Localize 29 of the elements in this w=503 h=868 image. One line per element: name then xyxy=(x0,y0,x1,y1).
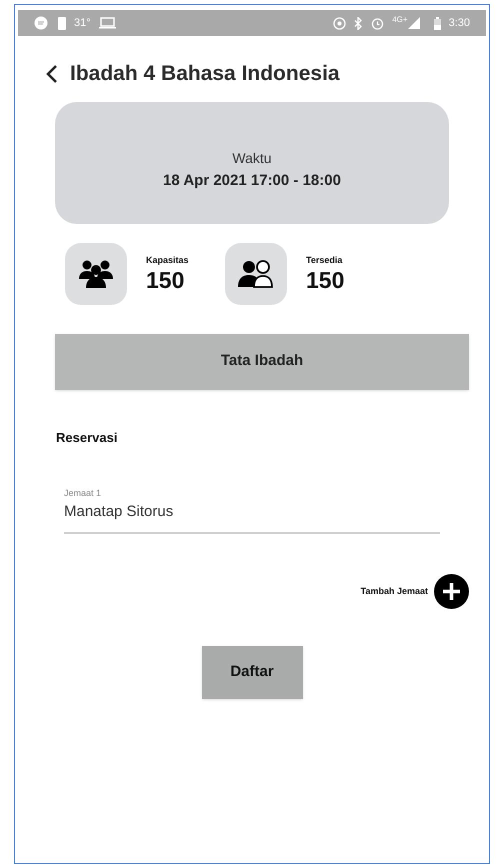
stat-label: Kapasitas xyxy=(146,254,190,267)
people-pair-icon xyxy=(238,258,274,288)
add-member-label: Tambah Jemaat xyxy=(360,584,428,598)
field-label: Jemaat 1 xyxy=(64,487,102,500)
temperature-text: 31° xyxy=(74,16,91,31)
stat-value: 150 xyxy=(306,267,346,294)
stat-value: 150 xyxy=(146,267,186,294)
back-icon[interactable] xyxy=(46,64,58,84)
hotspot-icon xyxy=(333,16,346,30)
schedule-value: 18 Apr 2021 17:00 - 18:00 xyxy=(163,171,341,192)
bluetooth-icon xyxy=(354,16,364,30)
field-value: Manatap Sitorus xyxy=(64,502,174,522)
network-text: 4G+ xyxy=(392,14,408,26)
signal-icon xyxy=(408,17,420,29)
stat-label: Tersedia xyxy=(306,254,344,267)
add-icon[interactable] xyxy=(434,574,469,609)
message-icon xyxy=(34,16,48,30)
alarm-icon xyxy=(371,16,384,30)
name-field[interactable]: Jemaat 1 Manatap Sitorus xyxy=(64,487,440,534)
clock-text: 3:30 xyxy=(448,16,470,31)
register-button[interactable]: Daftar xyxy=(202,646,302,699)
people-group-icon xyxy=(79,260,113,288)
phone-icon xyxy=(58,16,66,30)
battery-icon xyxy=(434,16,441,30)
schedule-label: Waktu xyxy=(232,149,272,168)
order-of-service-button[interactable]: Tata Ibadah xyxy=(55,334,469,390)
section-title: Reservasi xyxy=(56,428,118,446)
page-title: Ibadah 4 Bahasa Indonesia xyxy=(70,61,340,87)
laptop-icon xyxy=(98,17,116,29)
